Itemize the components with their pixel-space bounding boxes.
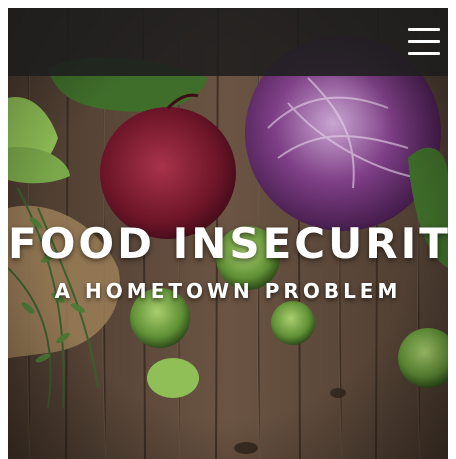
app-frame: FOOD INSECURITY A HOMETOWN PROBLEM (8, 8, 448, 459)
hero-text-block: FOOD INSECURITY A HOMETOWN PROBLEM (8, 218, 448, 304)
hamburger-menu-icon[interactable] (408, 25, 440, 59)
menu-bar-line (408, 40, 440, 43)
top-navigation-bar (8, 8, 448, 76)
menu-bar-line (408, 52, 440, 55)
hero-subtitle: A HOMETOWN PROBLEM (54, 279, 402, 303)
hero-title: FOOD INSECURITY (8, 219, 448, 268)
menu-bar-line (408, 28, 440, 31)
